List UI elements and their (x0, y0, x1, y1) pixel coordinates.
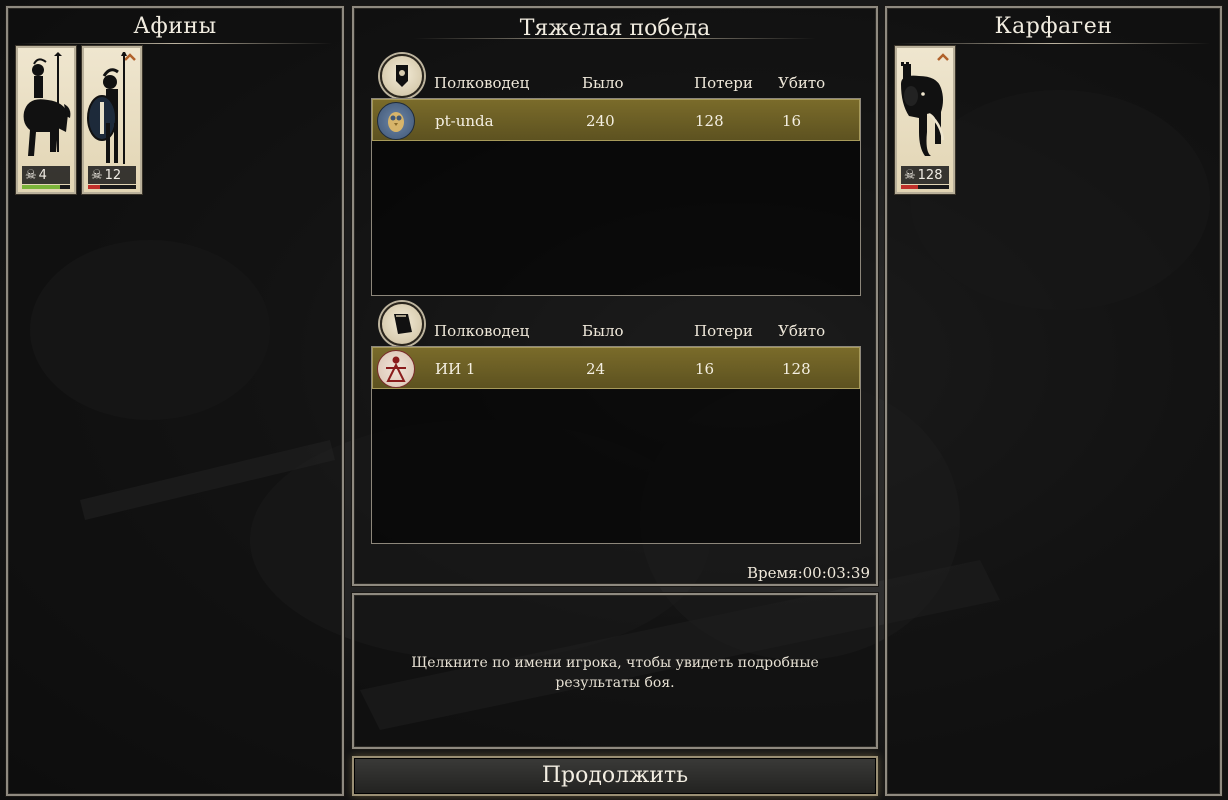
unit-count: ☠ 128 (901, 166, 949, 184)
skull-icon: ☠ (25, 167, 37, 183)
war-elephant-icon (901, 62, 945, 156)
hoplite-cavalry-icon (23, 52, 71, 156)
unit-health-bar (901, 185, 949, 189)
left-faction-title: Афины (133, 14, 217, 39)
column-header-killed: Убито (778, 322, 826, 340)
health-fill (22, 185, 61, 189)
unit-card[interactable]: ☠ 12 (82, 46, 142, 194)
health-fill (901, 185, 918, 189)
losses-value: 128 (695, 112, 724, 130)
skull-icon: ☠ (904, 167, 916, 183)
battle-results-panel: Тяжелая победа Полководец Было Потери Уб… (352, 6, 878, 586)
title-divider (897, 43, 1210, 44)
side2-commander-list: ИИ 1 24 16 128 (371, 346, 861, 544)
continue-button[interactable]: Продолжить (352, 756, 878, 796)
unit-card[interactable]: ☠ 4 (16, 46, 76, 194)
left-faction-panel: Афины ☠ 4 ☠ 12 (6, 6, 344, 796)
was-value: 24 (586, 360, 606, 378)
commander-name: pt-unda (435, 112, 494, 130)
column-header-was: Было (582, 322, 624, 340)
unit-card[interactable]: ☠ 128 (895, 46, 955, 194)
commander-name: ИИ 1 (435, 360, 476, 378)
battle-time: Время:00:03:39 (746, 564, 870, 582)
right-faction-panel: Карфаген ☠ 128 (885, 6, 1222, 796)
banner-emblem-icon (380, 54, 424, 98)
unit-count: ☠ 4 (22, 166, 70, 184)
column-header-commander: Полководец (434, 322, 530, 340)
killed-value: 128 (782, 360, 811, 378)
skull-icon: ☠ (91, 167, 103, 183)
hoplite-spearman-icon (87, 52, 127, 164)
unit-count: ☠ 12 (88, 166, 136, 184)
killed-value: 16 (782, 112, 802, 130)
column-header-losses: Потери (694, 74, 753, 92)
column-header-killed: Убито (778, 74, 826, 92)
losses-value: 16 (695, 360, 715, 378)
unit-health-bar (22, 185, 70, 189)
title-divider (18, 43, 332, 44)
column-header-losses: Потери (694, 322, 753, 340)
column-header-was: Было (582, 74, 624, 92)
was-value: 240 (586, 112, 615, 130)
info-message: Щелкните по имени игрока, чтобы увидеть … (411, 655, 819, 691)
commander-row[interactable]: pt-unda 240 128 16 (372, 99, 860, 141)
right-faction-title: Карфаген (994, 14, 1113, 39)
unit-health-bar (88, 185, 136, 189)
owl-icon (377, 102, 415, 140)
column-header-commander: Полководец (434, 74, 530, 92)
title-divider (414, 38, 816, 39)
flag-emblem-icon (380, 302, 424, 346)
side1-commander-list: pt-unda 240 128 16 (371, 98, 861, 296)
commander-row[interactable]: ИИ 1 24 16 128 (372, 347, 860, 389)
health-fill (88, 185, 100, 189)
info-panel: Щелкните по имени игрока, чтобы увидеть … (352, 593, 878, 749)
tanit-icon (377, 350, 415, 388)
